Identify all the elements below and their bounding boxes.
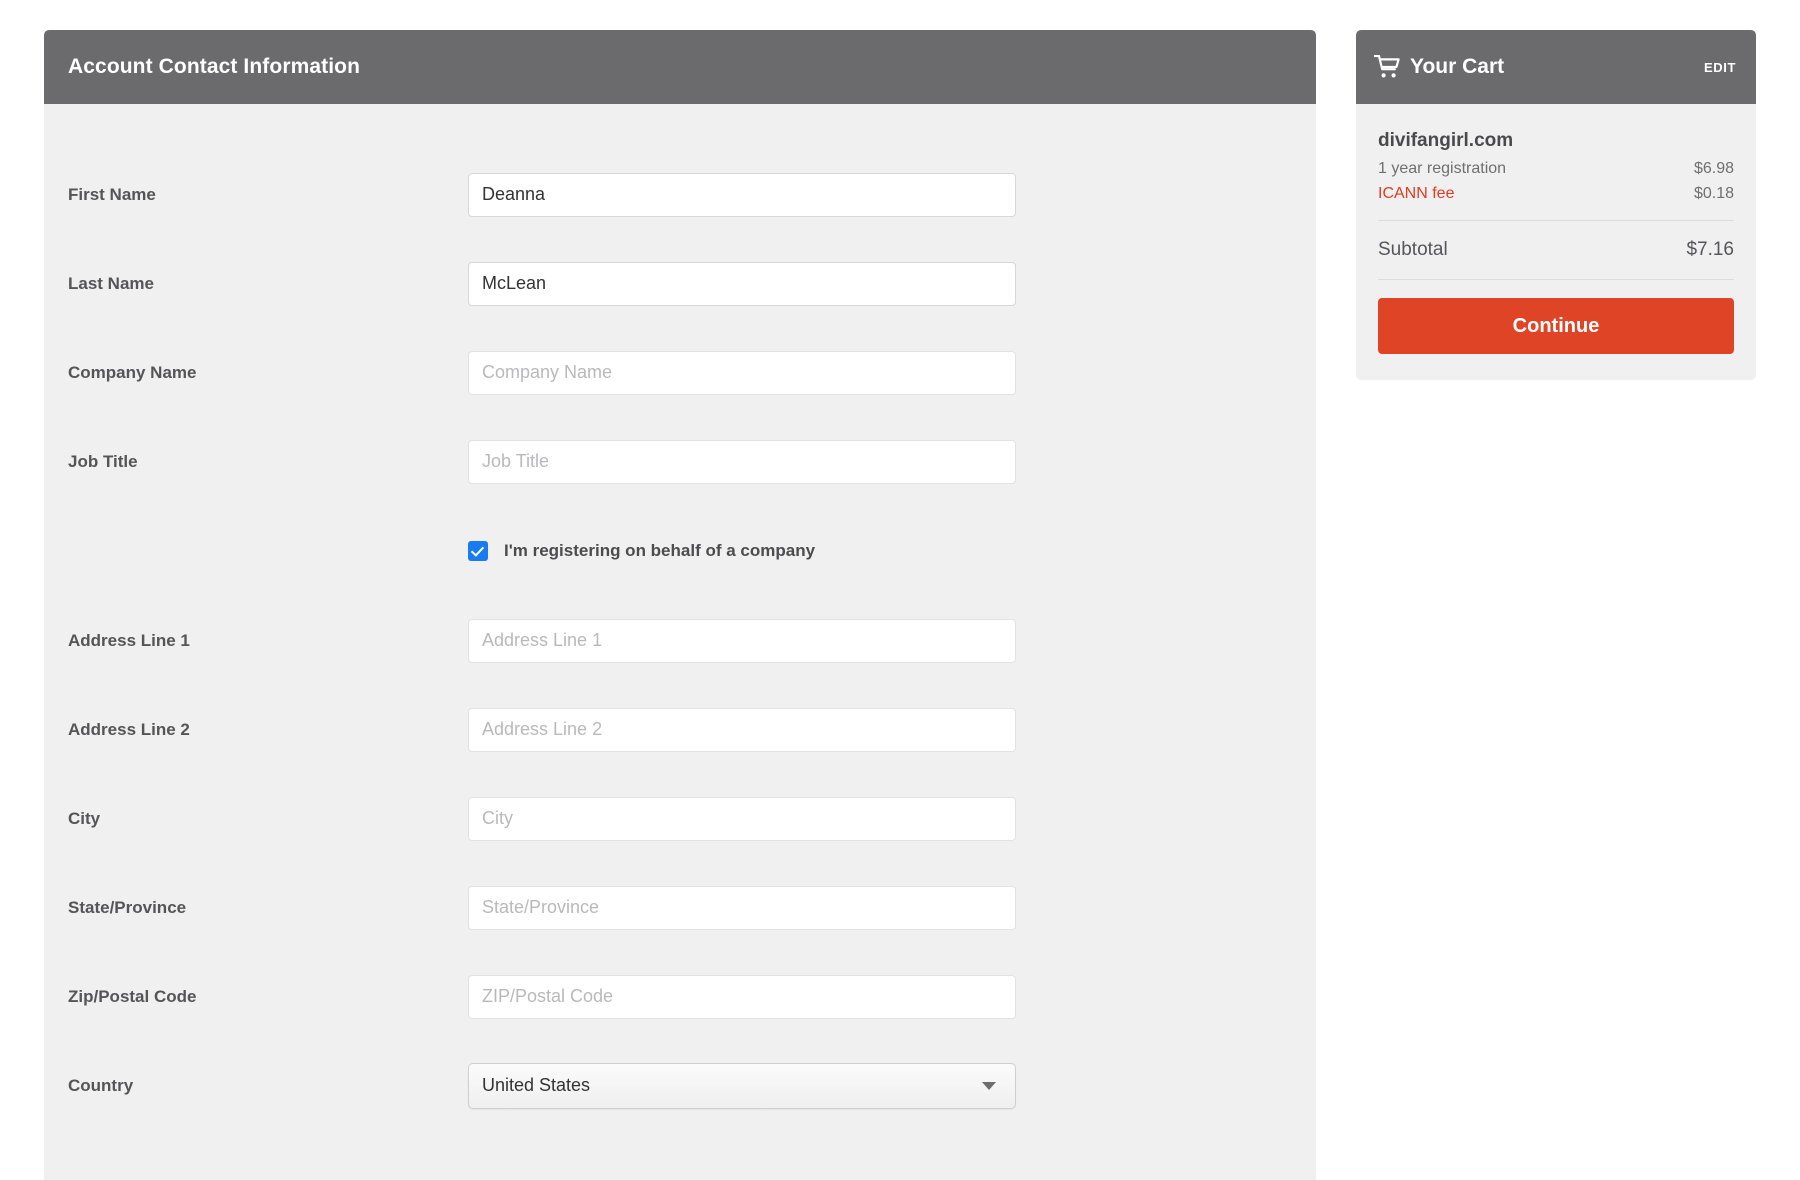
- cart-registration-price: $6.98: [1694, 160, 1734, 178]
- country-select[interactable]: United States: [468, 1063, 1016, 1109]
- cart-title: Your Cart: [1410, 55, 1704, 79]
- field-row-last-name: Last Name: [44, 239, 1316, 328]
- cart-icann-fee-label: ICANN fee: [1378, 185, 1454, 203]
- control-last-name: [468, 262, 1316, 306]
- cart-item-domain: divifangirl.com: [1378, 130, 1734, 152]
- page-title: Account Contact Information: [68, 55, 360, 79]
- form-card-header: Account Contact Information: [44, 30, 1316, 104]
- field-row-city: City: [44, 774, 1316, 863]
- control-address-line-2: [468, 708, 1316, 752]
- label-city: City: [68, 809, 468, 829]
- checkout-page: Account Contact Information First Name L…: [0, 0, 1800, 1180]
- label-state-province: State/Province: [68, 898, 468, 918]
- label-address-line-2: Address Line 2: [68, 720, 468, 740]
- zip-postal-code-input[interactable]: [468, 975, 1016, 1019]
- field-row-company-name: Company Name: [44, 328, 1316, 417]
- control-country: United States: [468, 1063, 1316, 1109]
- label-last-name: Last Name: [68, 274, 468, 294]
- state-province-input[interactable]: [468, 886, 1016, 930]
- field-row-country: Country United States: [44, 1041, 1316, 1130]
- account-contact-information-card: Account Contact Information First Name L…: [44, 30, 1316, 1180]
- field-row-state-province: State/Province: [44, 863, 1316, 952]
- company-registration-checkbox[interactable]: [468, 541, 488, 561]
- first-name-input[interactable]: [468, 173, 1016, 217]
- control-first-name: [468, 173, 1316, 217]
- address-line-2-input[interactable]: [468, 708, 1016, 752]
- label-zip-postal-code: Zip/Postal Code: [68, 987, 468, 1007]
- cart-icann-fee-price: $0.18: [1694, 185, 1734, 203]
- company-name-input[interactable]: [468, 351, 1016, 395]
- label-company-name: Company Name: [68, 363, 468, 383]
- cart-line-icann-fee: ICANN fee $0.18: [1378, 185, 1734, 203]
- control-city: [468, 797, 1316, 841]
- cart-registration-label: 1 year registration: [1378, 160, 1506, 178]
- cart-edit-link[interactable]: EDIT: [1704, 60, 1736, 75]
- country-select-wrap: United States: [468, 1063, 1016, 1109]
- cart-body: divifangirl.com 1 year registration $6.9…: [1356, 104, 1756, 380]
- cart-subtotal-price: $7.16: [1686, 239, 1734, 261]
- label-first-name: First Name: [68, 185, 468, 205]
- cart-subtotal-row: Subtotal $7.16: [1378, 221, 1734, 279]
- control-zip-postal-code: [468, 975, 1316, 1019]
- field-row-address-line-2: Address Line 2: [44, 685, 1316, 774]
- label-job-title: Job Title: [68, 452, 468, 472]
- company-registration-checkbox-row: I'm registering on behalf of a company: [44, 506, 1316, 596]
- field-row-zip-postal-code: Zip/Postal Code: [44, 952, 1316, 1041]
- label-country: Country: [68, 1076, 468, 1096]
- field-row-address-line-1: Address Line 1: [44, 596, 1316, 685]
- form-body: First Name Last Name Company Name: [44, 104, 1316, 1130]
- company-registration-checkbox-label[interactable]: I'm registering on behalf of a company: [504, 541, 815, 561]
- city-input[interactable]: [468, 797, 1016, 841]
- control-address-line-1: [468, 619, 1316, 663]
- cart-divider-bottom: [1378, 279, 1734, 280]
- last-name-input[interactable]: [468, 262, 1016, 306]
- shopping-cart-icon: [1374, 55, 1400, 79]
- control-state-province: [468, 886, 1316, 930]
- cart-subtotal-label: Subtotal: [1378, 239, 1448, 261]
- cart-header: Your Cart EDIT: [1356, 30, 1756, 104]
- cart-line-registration: 1 year registration $6.98: [1378, 160, 1734, 178]
- label-address-line-1: Address Line 1: [68, 631, 468, 651]
- control-job-title: [468, 440, 1316, 484]
- address-line-1-input[interactable]: [468, 619, 1016, 663]
- control-company-name: [468, 351, 1316, 395]
- job-title-input[interactable]: [468, 440, 1016, 484]
- cart-panel: Your Cart EDIT divifangirl.com 1 year re…: [1356, 30, 1756, 380]
- field-row-first-name: First Name: [44, 150, 1316, 239]
- continue-button[interactable]: Continue: [1378, 298, 1734, 354]
- field-row-job-title: Job Title: [44, 417, 1316, 506]
